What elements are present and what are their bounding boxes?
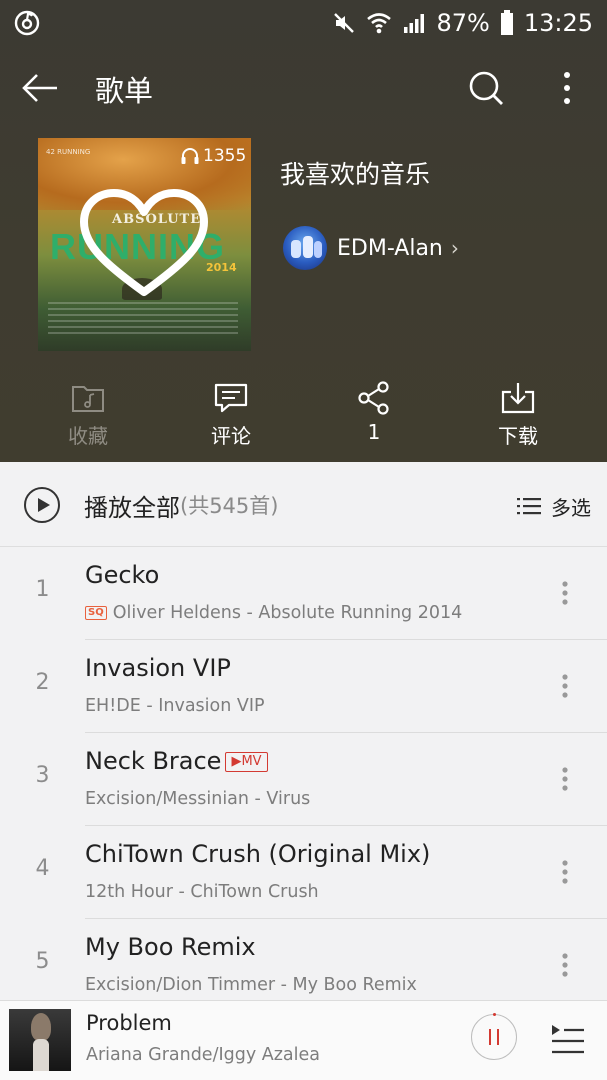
- more-vertical-icon: [562, 767, 568, 791]
- status-bar: 87% 13:25: [0, 0, 607, 46]
- multiselect-button[interactable]: 多选: [517, 488, 591, 524]
- download-label: 下载: [498, 424, 538, 448]
- play-count-value: 1355: [203, 146, 247, 166]
- play-all-bar: 播放全部 (共545首) 多选: [0, 462, 607, 547]
- search-icon: [469, 71, 503, 105]
- song-index: 5: [35, 949, 50, 974]
- creator-name: EDM-Alan: [337, 235, 443, 261]
- song-artist-album: Oliver Heldens - Absolute Running 2014: [112, 603, 463, 623]
- netease-music-icon: [14, 10, 40, 40]
- more-vertical-icon: [562, 674, 568, 698]
- song-more-button[interactable]: [547, 668, 583, 704]
- download-icon: [501, 383, 535, 414]
- share-icon: [358, 381, 389, 415]
- battery-icon: [500, 10, 514, 36]
- play-all-label: 播放全部: [84, 493, 180, 522]
- pause-icon: [489, 1029, 491, 1045]
- collect-button[interactable]: 收藏: [38, 380, 138, 450]
- song-more-button[interactable]: [547, 947, 583, 983]
- mv-badge[interactable]: ▶MV: [225, 752, 268, 772]
- play-count: 1355: [180, 146, 246, 166]
- more-vertical-icon: [562, 860, 568, 884]
- song-row[interactable]: 3 Neck Brace ▶MV Excision/Messinian - Vir…: [0, 733, 607, 826]
- mini-player[interactable]: Problem Ariana Grande/Iggy Azalea: [0, 1000, 607, 1080]
- overflow-menu-button[interactable]: [545, 64, 589, 112]
- song-index: 2: [35, 670, 50, 695]
- song-row[interactable]: 5 My Boo Remix Excision/Dion Timmer - My…: [0, 919, 607, 1012]
- song-row[interactable]: 4 ChiTown Crush (Original Mix) 12th Hour…: [0, 826, 607, 919]
- more-vertical-icon: [562, 581, 568, 605]
- song-title-with-mv: Neck Brace ▶MV: [85, 747, 268, 775]
- back-button[interactable]: [18, 66, 62, 110]
- progress-dot: [493, 1013, 496, 1016]
- now-playing-artist: Ariana Grande/Iggy Azalea: [86, 1045, 321, 1065]
- queue-icon: [552, 1025, 584, 1054]
- search-button[interactable]: [462, 64, 510, 112]
- heart-icon: [80, 189, 208, 296]
- song-row[interactable]: 1 Gecko SQ Oliver Heldens - Absolute Run…: [0, 547, 607, 640]
- comment-icon: [214, 383, 248, 413]
- sq-badge: SQ: [85, 606, 107, 620]
- song-index: 4: [35, 856, 50, 881]
- action-bar: 收藏 评论 1 下载: [0, 380, 607, 450]
- collect-label: 收藏: [68, 424, 108, 448]
- song-more-button[interactable]: [547, 854, 583, 890]
- song-row[interactable]: 2 Invasion VIP EH!DE - Invasion VIP: [0, 640, 607, 733]
- now-playing-album-art[interactable]: [9, 1009, 71, 1071]
- more-vertical-icon: [564, 72, 570, 104]
- cover-fine-print: [48, 302, 238, 336]
- song-title: My Boo Remix: [85, 933, 256, 961]
- share-count: 1: [367, 420, 381, 444]
- play-all-button[interactable]: 播放全部 (共545首): [24, 486, 278, 524]
- headphones-icon: [181, 148, 199, 164]
- playlist-cover[interactable]: 42 RUNNING ABSOLUTE RUNNING 2014 1355: [38, 138, 251, 351]
- song-more-button[interactable]: [547, 761, 583, 797]
- pause-button[interactable]: [471, 1013, 517, 1060]
- comment-button[interactable]: 评论: [181, 380, 281, 450]
- signal-icon: [402, 11, 426, 35]
- song-index: 1: [35, 577, 50, 602]
- mute-icon: [332, 11, 356, 35]
- song-count: (共545首): [180, 494, 279, 518]
- folder-music-icon: [72, 386, 104, 412]
- avatar: [283, 226, 327, 270]
- song-title: Gecko: [85, 561, 160, 589]
- play-circle-icon: [24, 487, 60, 523]
- wifi-icon: [366, 11, 392, 35]
- more-vertical-icon: [562, 953, 568, 977]
- chevron-right-icon: ›: [450, 236, 459, 260]
- list-select-icon: [517, 498, 541, 515]
- back-arrow-icon: [22, 74, 57, 102]
- playlist-title: 我喜欢的音乐: [280, 160, 431, 189]
- song-artist-album: Excision/Messinian - Virus: [85, 789, 311, 809]
- cover-cd-label: 42 RUNNING: [46, 148, 91, 156]
- song-index: 3: [35, 763, 50, 788]
- song-artist-album: 12th Hour - ChiTown Crush: [85, 882, 319, 902]
- battery-percent: 87%: [436, 9, 490, 37]
- song-artist-album: EH!DE - Invasion VIP: [85, 696, 265, 716]
- song-title: Neck Brace: [85, 747, 222, 775]
- share-button[interactable]: 1: [324, 380, 424, 450]
- creator-link[interactable]: EDM-Alan ›: [283, 225, 459, 271]
- comment-label: 评论: [211, 424, 251, 448]
- clock: 13:25: [523, 9, 593, 37]
- song-list: 1 Gecko SQ Oliver Heldens - Absolute Run…: [0, 547, 607, 1012]
- multiselect-label: 多选: [551, 495, 591, 520]
- song-title: Invasion VIP: [85, 654, 231, 682]
- song-title: ChiTown Crush (Original Mix): [85, 840, 431, 868]
- top-bar: 歌单: [0, 58, 607, 118]
- playlist-queue-button[interactable]: [548, 1019, 588, 1059]
- song-more-button[interactable]: [547, 575, 583, 611]
- song-artist-album: Excision/Dion Timmer - My Boo Remix: [85, 975, 417, 995]
- playlist-header: 87% 13:25 歌单 42 RUNNING ABSOLUTE RUNNING…: [0, 0, 607, 462]
- cover-year-text: 2014: [206, 261, 237, 274]
- download-button[interactable]: 下载: [468, 380, 568, 450]
- page-title: 歌单: [95, 74, 154, 108]
- now-playing-title: Problem: [86, 1011, 172, 1035]
